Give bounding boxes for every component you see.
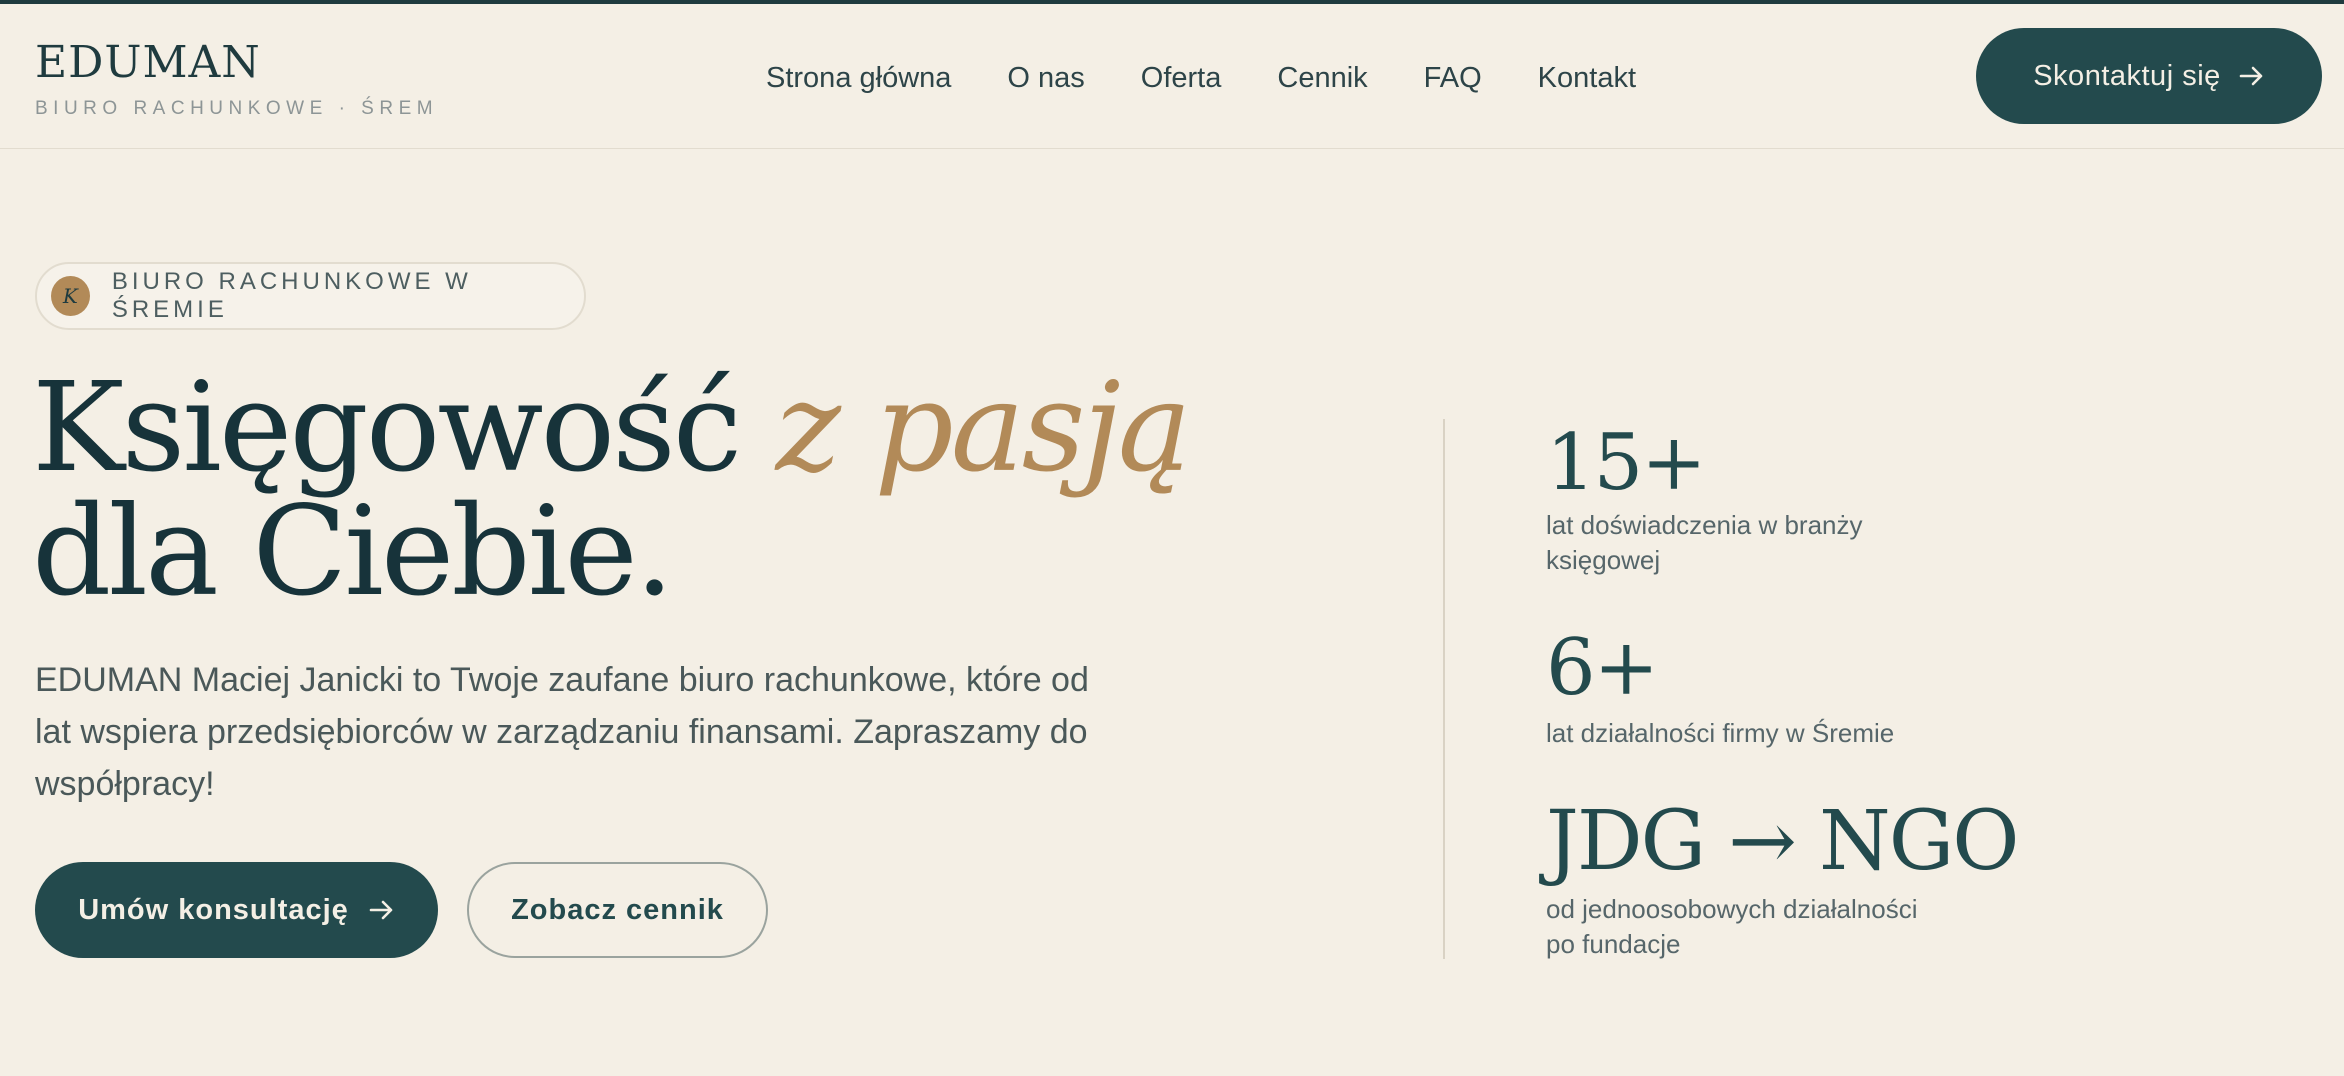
nav-item-home[interactable]: Strona główna (766, 60, 951, 96)
stat-company-age: 6+ lat działalności firmy w Śremie (1546, 620, 1966, 751)
hero-title-part2: dla Ciebie. (32, 480, 674, 624)
hero-badge: K BIURO RACHUNKOWE W ŚREMIE (35, 262, 586, 330)
stats-divider (1443, 419, 1445, 959)
logo[interactable]: EDUMAN BIURO RACHUNKOWE · ŚREM (35, 38, 438, 120)
stat-experience: 15+ lat doświadczenia w branży księgowej (1546, 418, 1906, 578)
stat-value: 15+ (1546, 418, 1707, 508)
nav-item-about[interactable]: O nas (1007, 60, 1084, 96)
stat-label: lat doświadczenia w branży księgowej (1546, 510, 1863, 575)
view-pricing-button[interactable]: Zobacz cennik (467, 862, 768, 958)
stat-label: lat działalności firmy w Śremie (1546, 718, 1895, 748)
book-consultation-button[interactable]: Umów konsultację (35, 862, 438, 958)
hero-badge-text: BIURO RACHUNKOWE W ŚREMIE (111, 268, 472, 323)
nav-item-pricing[interactable]: Cennik (1277, 60, 1367, 96)
book-consultation-label: Umów konsultację (78, 893, 349, 926)
nav-item-offer[interactable]: Oferta (1141, 60, 1222, 96)
contact-button-label: Skontaktuj się (2033, 59, 2221, 92)
arrow-right-icon (2239, 66, 2263, 86)
contact-button[interactable]: Skontaktuj się (1976, 28, 2322, 124)
main-nav: Strona główna O nas Oferta Cennik FAQ Ko… (766, 60, 1692, 96)
stat-value: 6+ (1546, 623, 1659, 713)
logo-subtitle: BIURO RACHUNKOWE · ŚREM (35, 98, 439, 119)
site-header: EDUMAN BIURO RACHUNKOWE · ŚREM Strona gł… (0, 4, 2344, 149)
stat-label: od jednoosobowych działalności po fundac… (1546, 894, 1918, 959)
badge-logo-icon: K (51, 276, 90, 316)
view-pricing-label: Zobacz cennik (511, 893, 724, 926)
stat-clients-range: JDG → NGO od jednoosobowych działalności… (1546, 792, 2019, 962)
nav-item-faq[interactable]: FAQ (1424, 60, 1482, 96)
hero-title: Księgowość z pasją dla Ciebie. (32, 366, 1332, 614)
nav-item-contact[interactable]: Kontakt (1538, 60, 1636, 96)
logo-name: EDUMAN (35, 37, 261, 88)
hero-lead: EDUMAN Maciej Janicki to Twoje zaufane b… (35, 661, 1089, 803)
hero-title-part1: Księgowość (32, 356, 776, 500)
hero-title-accent: z pasją (775, 356, 1192, 500)
arrow-right-icon (369, 900, 393, 920)
stat-value: JDG → NGO (1546, 794, 2019, 889)
